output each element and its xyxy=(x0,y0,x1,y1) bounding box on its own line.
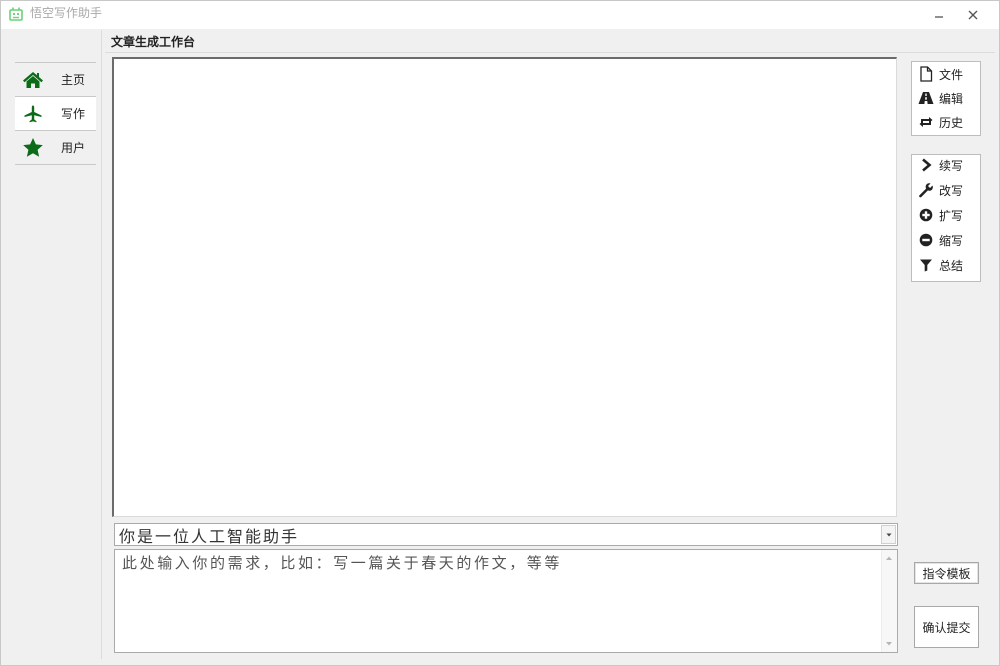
sidebar: 主页 写作 用户 xyxy=(9,30,102,659)
retweet-icon xyxy=(918,114,934,130)
sidebar-item-home[interactable]: 主页 xyxy=(15,63,96,97)
file-toolbox: 文件 编辑 历史 xyxy=(911,61,981,136)
minimize-button[interactable] xyxy=(929,5,949,25)
sidebar-item-label: 主页 xyxy=(61,73,86,87)
rewrite-button[interactable]: 改写 xyxy=(918,180,978,200)
tool-label: 续写 xyxy=(939,158,964,173)
tool-label: 改写 xyxy=(939,183,964,198)
minus-circle-icon xyxy=(918,232,934,248)
tool-label: 历史 xyxy=(939,115,964,130)
sidebar-item-writing[interactable]: 写作 xyxy=(15,97,96,131)
scroll-up-icon xyxy=(886,556,892,560)
continue-writing-button[interactable]: 续写 xyxy=(918,155,978,175)
title-divider xyxy=(105,52,995,53)
title-bar: 悟空写作助手 xyxy=(1,1,999,29)
sidebar-item-label: 写作 xyxy=(61,107,86,121)
summarize-button[interactable]: 总结 xyxy=(918,255,978,275)
tool-edit-button[interactable]: 编辑 xyxy=(918,88,978,108)
star-icon xyxy=(21,136,45,160)
minimize-icon xyxy=(935,16,943,18)
tool-history-button[interactable]: 历史 xyxy=(918,112,978,132)
app-window: 悟空写作助手 主页 写作 用户 文章生成工作台 你是一位人工智能助手 此处输入你… xyxy=(0,0,1000,666)
filter-icon xyxy=(918,257,934,273)
tool-label: 扩写 xyxy=(939,208,964,223)
chevron-down-icon xyxy=(886,533,891,536)
tool-file-button[interactable]: 文件 xyxy=(918,64,978,84)
tool-label: 文件 xyxy=(939,67,964,82)
prompt-input[interactable]: 此处输入你的需求，比如：写一篇关于春天的作文，等等 xyxy=(114,549,898,653)
prompt-placeholder: 此处输入你的需求，比如：写一篇关于春天的作文，等等 xyxy=(122,554,563,572)
window-title: 悟空写作助手 xyxy=(30,6,103,20)
plus-circle-icon xyxy=(918,207,934,223)
expand-button[interactable]: 扩写 xyxy=(918,205,978,225)
wrench-icon xyxy=(918,182,934,198)
ai-actions-toolbox: 续写 改写 扩写 缩写 总结 xyxy=(911,154,981,282)
sidebar-item-label: 用户 xyxy=(61,141,86,155)
close-icon xyxy=(968,10,978,20)
road-icon xyxy=(918,90,934,106)
role-select-value: 你是一位人工智能助手 xyxy=(119,526,300,546)
scroll-down-icon xyxy=(886,642,892,646)
home-icon xyxy=(21,68,45,92)
close-button[interactable] xyxy=(963,5,983,25)
tool-label: 缩写 xyxy=(939,233,964,248)
abbreviate-button[interactable]: 缩写 xyxy=(918,230,978,250)
airplane-icon xyxy=(21,102,45,126)
role-select[interactable]: 你是一位人工智能助手 xyxy=(114,523,898,546)
sidebar-item-user[interactable]: 用户 xyxy=(15,131,96,165)
article-editor[interactable] xyxy=(112,57,897,517)
instruction-template-button[interactable]: 指令模板 xyxy=(914,562,979,584)
confirm-submit-button[interactable]: 确认提交 xyxy=(914,606,979,648)
chevron-right-icon xyxy=(918,157,934,173)
page-title: 文章生成工作台 xyxy=(111,35,196,49)
dropdown-button[interactable] xyxy=(881,525,896,544)
prompt-scrollbar[interactable] xyxy=(881,550,897,652)
tool-label: 总结 xyxy=(939,258,964,273)
file-icon xyxy=(918,66,934,82)
robot-app-icon xyxy=(8,6,24,22)
tool-label: 编辑 xyxy=(939,91,964,106)
